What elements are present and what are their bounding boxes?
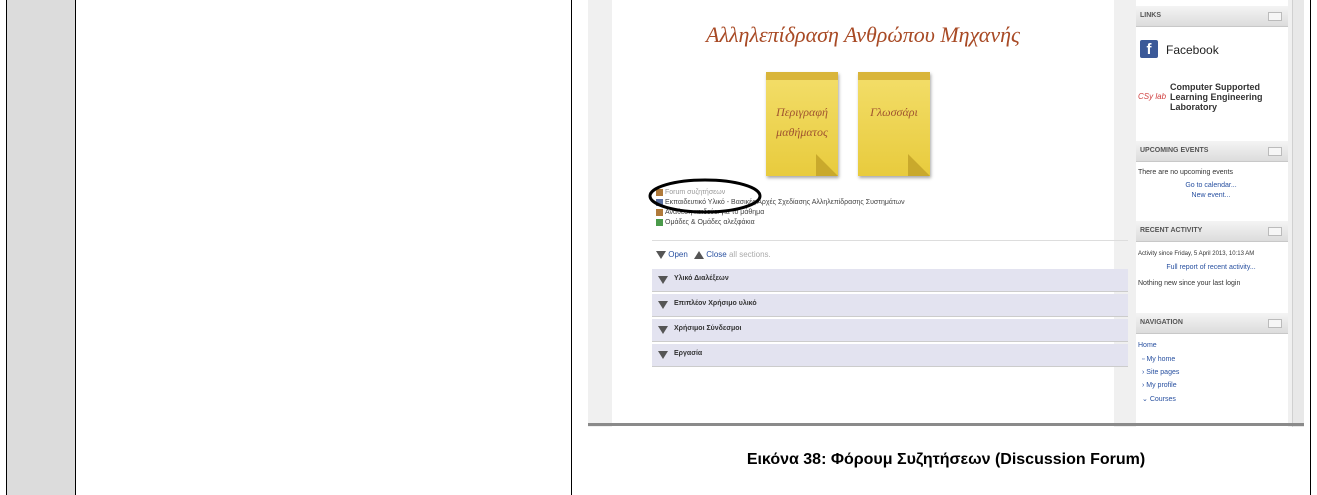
- block-header-navigation: NAVIGATION: [1136, 313, 1288, 334]
- sticky-note-glossary[interactable]: Γλωσσάρι: [858, 68, 930, 176]
- triangle-down-icon: [658, 276, 668, 284]
- open-close-sections: Open Close all sections.: [656, 250, 771, 259]
- block-header-recent-activity: RECENT ACTIVITY: [1136, 221, 1288, 242]
- facebook-icon[interactable]: f: [1140, 40, 1158, 58]
- resource-groups[interactable]: Ομάδες & Ομάδες αλεξφάκια: [656, 218, 755, 228]
- no-events-text: There are no upcoming events: [1138, 169, 1233, 176]
- lab-name[interactable]: Computer Supported Learning Engineering …: [1170, 82, 1263, 112]
- group-icon: [656, 218, 663, 226]
- nothing-new-text: Nothing new since your last login: [1138, 280, 1241, 287]
- close-all-link[interactable]: Close: [706, 250, 726, 259]
- section-assignment[interactable]: Εργασία: [652, 344, 1128, 367]
- block-header-upcoming-events: UPCOMING EVENTS: [1136, 141, 1288, 162]
- nav-item-my-profile[interactable]: › My profile: [1142, 382, 1177, 389]
- all-sections-text: all sections.: [728, 250, 771, 259]
- block-header-links: LINKS: [1136, 6, 1288, 27]
- nav-item-courses[interactable]: ⌄ Courses: [1142, 395, 1176, 403]
- table-shaded-column: [7, 0, 75, 495]
- triangle-down-icon: [656, 250, 666, 259]
- nav-item-my-home[interactable]: ▫ My home: [1142, 356, 1175, 363]
- table-border-right: [1310, 0, 1311, 495]
- table-border-left: [6, 0, 7, 495]
- table-border-col1: [75, 0, 76, 495]
- triangle-down-icon: [658, 326, 668, 334]
- screenshot-bottom-line: [588, 423, 1304, 426]
- course-main-pane: Αλληλεπίδραση Ανθρώπου Μηχανής Περιγραφή…: [612, 0, 1128, 427]
- facebook-link[interactable]: Facebook: [1166, 43, 1219, 57]
- course-title: Αλληλεπίδραση Ανθρώπου Μηχανής: [706, 22, 1020, 47]
- right-sidebar: LINKS f Facebook CSy lab Computer Suppor…: [1136, 0, 1288, 427]
- highlight-ellipse: [648, 178, 762, 214]
- activity-since-text: Activity since Friday, 5 April 2013, 10:…: [1138, 251, 1255, 257]
- note-line: Γλωσσάρι: [870, 105, 918, 119]
- note-line: Περιγραφή: [776, 105, 828, 119]
- block-toggle-icon[interactable]: [1268, 319, 1282, 328]
- note-line: μαθήματος: [776, 125, 828, 139]
- csy-lab-logo[interactable]: CSy lab: [1138, 86, 1166, 104]
- go-to-calendar-link[interactable]: Go to calendar...: [1136, 182, 1286, 189]
- triangle-down-icon: [658, 301, 668, 309]
- nav-item-site-pages[interactable]: › Site pages: [1142, 369, 1179, 376]
- triangle-up-icon: [694, 250, 705, 259]
- triangle-down-icon: [658, 351, 668, 359]
- new-event-link[interactable]: New event...: [1136, 192, 1286, 199]
- section-extra-material[interactable]: Επιπλέον Χρήσιμο υλικό: [652, 294, 1128, 317]
- divider-line: [652, 240, 1128, 241]
- block-toggle-icon[interactable]: [1268, 147, 1282, 156]
- sticky-note-course-description[interactable]: Περιγραφή μαθήματος: [766, 68, 838, 176]
- figure-caption: Εικόνα 38: Φόρουμ Συζητήσεων (Discussion…: [746, 451, 1146, 468]
- open-all-link[interactable]: Open: [668, 250, 688, 259]
- block-toggle-icon[interactable]: [1268, 12, 1282, 21]
- section-lecture-material[interactable]: Υλικό Διαλέξεων: [652, 269, 1128, 292]
- section-useful-links[interactable]: Χρήσιμοι Σύνδεσμοι: [652, 319, 1128, 342]
- full-report-link[interactable]: Full report of recent activity...: [1136, 264, 1286, 271]
- scrollbar[interactable]: [1292, 0, 1304, 427]
- table-border-col2: [571, 0, 572, 495]
- nav-item-home[interactable]: Home: [1138, 342, 1157, 349]
- block-toggle-icon[interactable]: [1268, 227, 1282, 236]
- moodle-course-screenshot: Αλληλεπίδραση Ανθρώπου Μηχανής Περιγραφή…: [588, 0, 1304, 427]
